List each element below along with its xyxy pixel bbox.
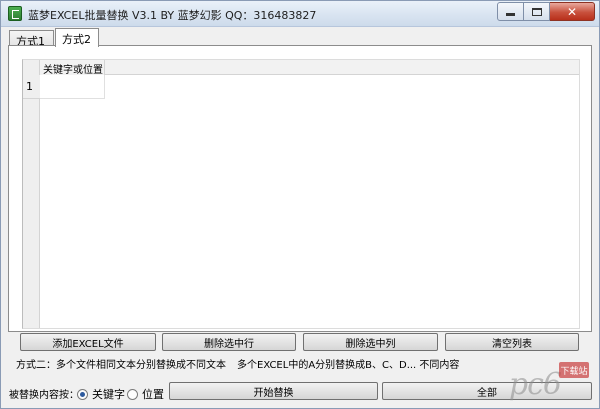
main-window: 蓝梦EXCEL批量替换 V3.1 BY 蓝梦幻影 QQ：316483827 ✕ … (0, 0, 600, 409)
app-icon (8, 6, 22, 21)
mode-description: 方式二：多个文件相同文本分别替换成不同文本 (16, 360, 226, 371)
title-bar[interactable]: 蓝梦EXCEL批量替换 V3.1 BY 蓝梦幻影 QQ：316483827 ✕ (1, 1, 599, 27)
radio-position-label: 位置 (142, 388, 164, 401)
delete-selected-row-button[interactable]: 删除选中行 (162, 333, 296, 351)
site-watermark: pc6 下载站 (479, 360, 589, 402)
add-excel-file-button[interactable]: 添加EXCEL文件 (20, 333, 156, 351)
close-button[interactable]: ✕ (550, 2, 595, 21)
row-header-1[interactable]: 1 (23, 75, 40, 99)
replace-by-label: 被替换内容按： (9, 390, 79, 401)
radio-position-indicator[interactable] (127, 388, 138, 400)
grid-cell-1-1[interactable] (40, 75, 105, 99)
maximize-icon (531, 7, 542, 16)
radio-keyword-indicator[interactable] (77, 388, 88, 400)
maximize-button[interactable] (524, 2, 550, 21)
delete-selected-column-button[interactable]: 删除选中列 (303, 333, 438, 351)
grid-header (23, 60, 579, 75)
clear-list-button[interactable]: 清空列表 (445, 333, 579, 351)
radio-keyword[interactable]: 关键字 (77, 386, 125, 402)
window-title: 蓝梦EXCEL批量替换 V3.1 BY 蓝梦幻影 QQ：316483827 (28, 9, 317, 22)
row-header-strip (23, 75, 40, 328)
grid-corner[interactable] (23, 60, 40, 75)
radio-keyword-label: 关键字 (92, 388, 125, 401)
close-icon: ✕ (566, 4, 578, 19)
column-header-keyword[interactable]: 关键字或位置 (40, 60, 105, 76)
keyword-grid[interactable]: 关键字或位置 1 (22, 59, 580, 329)
tab-panel-mode-2: 关键字或位置 1 (8, 45, 592, 332)
mode-description-detail: 多个EXCEL中的A分别替换成B、C、D... 不同内容 (237, 360, 460, 371)
watermark-badge: 下载站 (559, 362, 589, 378)
radio-position[interactable]: 位置 (127, 386, 164, 402)
minimize-button[interactable] (497, 2, 524, 21)
start-replace-button[interactable]: 开始替换 (169, 382, 378, 400)
minimize-icon (506, 13, 515, 16)
window-controls: ✕ (497, 2, 595, 21)
tab-mode-2[interactable]: 方式2 (55, 28, 99, 47)
watermark-logo: pc6 (508, 367, 562, 402)
